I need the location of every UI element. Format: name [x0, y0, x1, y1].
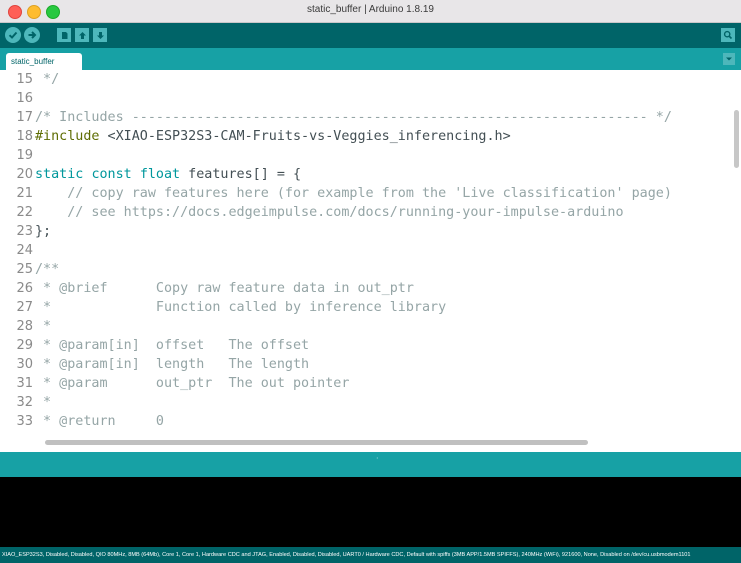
- code-text: * @param[in] length The length: [35, 357, 310, 372]
- new-icon: [61, 31, 67, 39]
- line-number: 29: [16, 338, 33, 353]
- serial-monitor-button[interactable]: [721, 28, 735, 42]
- line-number: 25: [16, 262, 33, 277]
- tab-menu-button[interactable]: [723, 53, 735, 65]
- line-number: 19: [16, 148, 33, 163]
- verify-button[interactable]: [5, 27, 21, 43]
- status-bar: ·: [0, 452, 741, 477]
- code-text: };: [35, 224, 52, 239]
- code-text: *: [35, 395, 52, 410]
- line-number: 24: [16, 243, 33, 258]
- code-text: /**: [35, 262, 60, 277]
- tab-static-buffer[interactable]: static_buffer: [6, 53, 82, 70]
- code-text: /* Includes ----------------------------…: [35, 110, 672, 125]
- line-number: 33: [16, 414, 33, 429]
- vertical-scrollbar[interactable]: [734, 110, 739, 168]
- code-text: * @param out_ptr The out pointer: [35, 376, 350, 391]
- code-text: // copy raw features here (for example f…: [35, 186, 672, 201]
- line-number: 18: [16, 129, 33, 144]
- code-text: */: [35, 72, 60, 87]
- code-text: #include <XIAO-ESP32S3-CAM-Fruits-vs-Veg…: [35, 129, 511, 144]
- horizontal-scrollbar[interactable]: [45, 440, 588, 445]
- line-number: 27: [16, 300, 33, 315]
- open-button[interactable]: [75, 28, 89, 42]
- line-number: 28: [16, 319, 33, 334]
- code-text: static const float features[] = {: [35, 167, 302, 182]
- chevron-down-icon: [726, 57, 732, 61]
- serial-monitor-icon: [723, 30, 733, 40]
- save-button[interactable]: [93, 28, 107, 42]
- new-button[interactable]: [57, 28, 71, 42]
- code-text: // see https://docs.edgeimpulse.com/docs…: [35, 205, 624, 220]
- code-text: * @return 0: [35, 414, 164, 429]
- open-icon: [78, 31, 86, 39]
- line-number: 26: [16, 281, 33, 296]
- line-number: 16: [16, 91, 33, 106]
- line-number: 20: [16, 167, 33, 182]
- resize-handle[interactable]: ·: [376, 454, 379, 463]
- code-text: * @param[in] offset The offset: [35, 338, 310, 353]
- line-number: 22: [16, 205, 33, 220]
- verify-icon: [8, 31, 18, 39]
- code-text: *: [35, 319, 52, 334]
- line-number: 30: [16, 357, 33, 372]
- code-text: * Function called by inference library: [35, 300, 447, 315]
- upload-icon: [28, 31, 37, 39]
- toolbar: [0, 23, 741, 48]
- save-icon: [96, 31, 104, 39]
- line-number: 17: [16, 110, 33, 125]
- upload-button[interactable]: [24, 27, 40, 43]
- code-editor[interactable]: 15 */ 16 17/* Includes -----------------…: [0, 70, 741, 438]
- window-title: static_buffer | Arduino 1.8.19: [307, 4, 434, 15]
- console-output[interactable]: [0, 477, 741, 547]
- line-number: 21: [16, 186, 33, 201]
- line-number: 15: [16, 72, 33, 87]
- code-text: * @brief Copy raw feature data in out_pt…: [35, 281, 414, 296]
- tab-bar: static_buffer: [0, 48, 741, 70]
- board-info: XIAO_ESP32S3, Disabled, Disabled, QIO 80…: [0, 547, 741, 563]
- title-bar: static_buffer | Arduino 1.8.19: [0, 0, 741, 23]
- line-number: 32: [16, 395, 33, 410]
- line-number: 31: [16, 376, 33, 391]
- line-number: 23: [16, 224, 33, 239]
